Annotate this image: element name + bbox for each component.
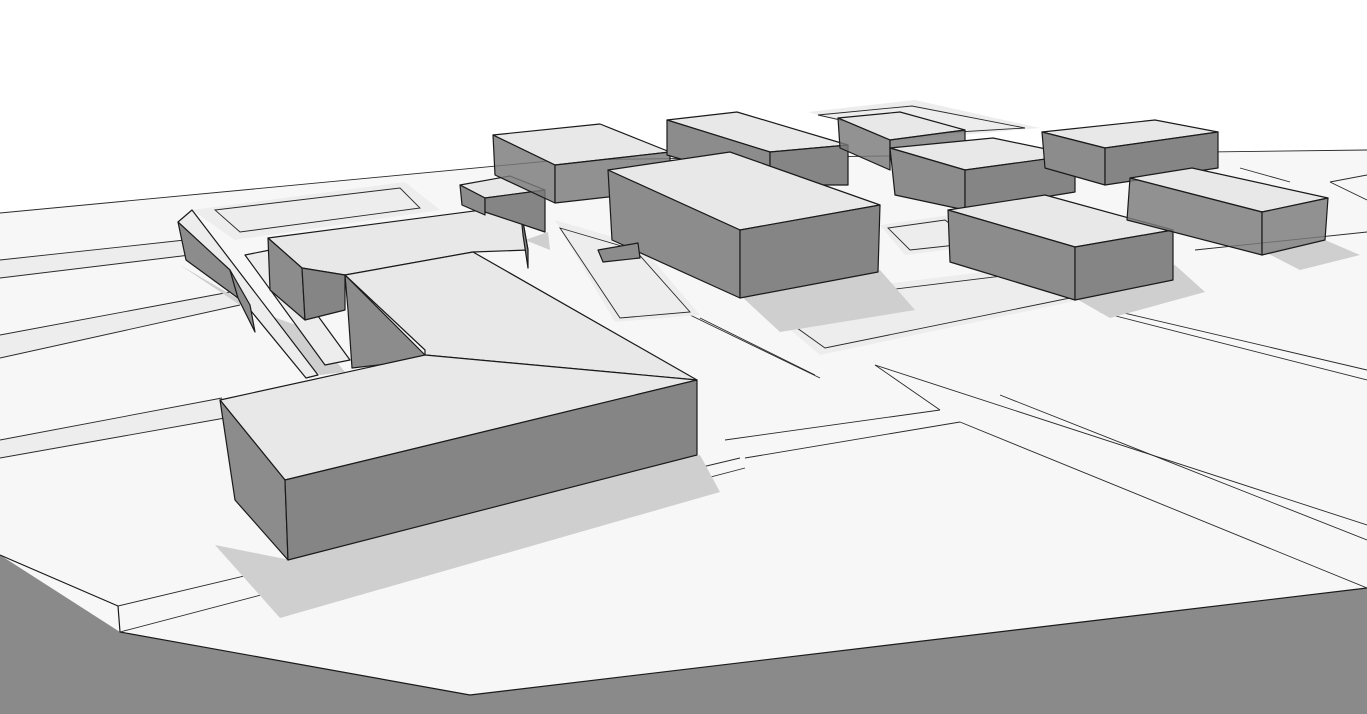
site-model-canvas xyxy=(0,100,1367,714)
3d-site-model-viewport[interactable] xyxy=(0,0,1367,714)
